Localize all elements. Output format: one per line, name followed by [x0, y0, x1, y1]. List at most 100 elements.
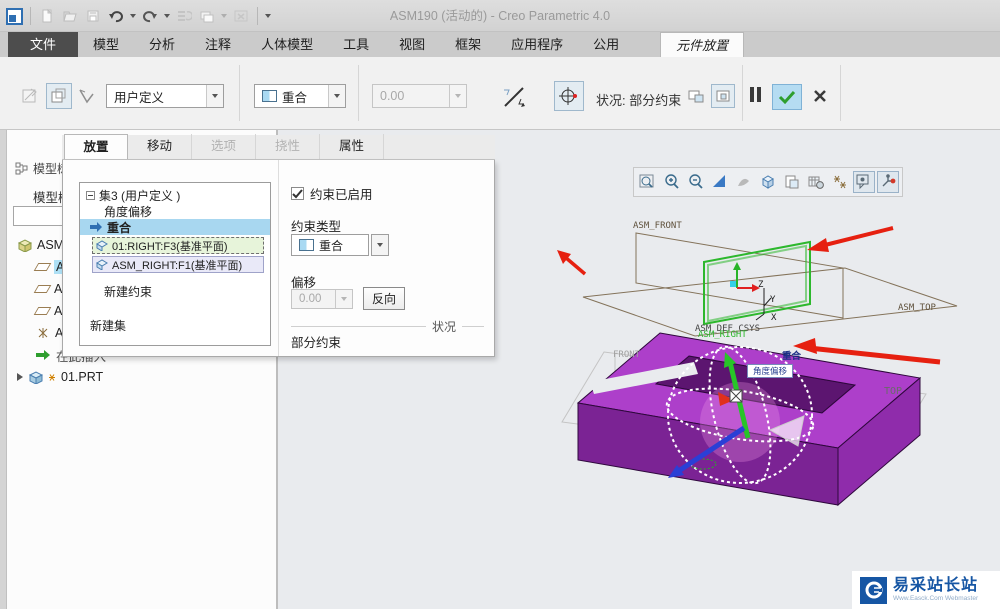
csys-icon	[38, 328, 48, 338]
capture-icon[interactable]	[805, 171, 827, 193]
flip-button[interactable]: 反向	[363, 287, 406, 310]
constraint-tag: 重合	[782, 351, 802, 362]
close-window-icon[interactable]	[232, 7, 250, 25]
modified-marker-icon	[49, 373, 55, 381]
regenerate-icon[interactable]	[175, 7, 193, 25]
label-asm-front: ASM_FRONT	[633, 221, 682, 231]
combobox-arrow-icon[interactable]	[371, 234, 389, 256]
repaint-icon[interactable]	[709, 171, 731, 193]
navigator-sash[interactable]	[0, 130, 7, 609]
divider	[239, 65, 240, 121]
watermark: 易采站长站 Www.Easck.Com Webmaster	[852, 571, 1000, 609]
tab-utilities[interactable]: 公用	[578, 32, 634, 57]
windows-menu-arrow-icon[interactable]	[221, 14, 227, 18]
tab-model[interactable]: 模型	[78, 32, 134, 57]
3d-dragger-toggle-icon[interactable]	[554, 81, 584, 111]
redo-icon[interactable]	[141, 7, 159, 25]
tab-properties[interactable]: 属性	[320, 134, 384, 159]
assembly-icon	[17, 238, 32, 252]
dragger-display-icon[interactable]	[877, 171, 899, 193]
tab-flexibility: 挠性	[256, 134, 320, 159]
save-icon[interactable]	[84, 7, 102, 25]
tree-item-part[interactable]: 01.PRT	[17, 366, 272, 388]
placement-panel-body: 集3 (用户定义 ) 角度偏移 重合 01:RIGHT:F3(基准平面) ASM…	[62, 160, 587, 357]
tab-framework[interactable]: 框架	[440, 32, 496, 57]
zoom-in-icon[interactable]	[661, 171, 683, 193]
constraint-enabled-row[interactable]: 约束已启用	[291, 184, 373, 203]
interface-placement-icon[interactable]	[18, 83, 44, 109]
undo-icon[interactable]	[107, 7, 125, 25]
divider	[840, 65, 841, 121]
checkbox-checked-icon[interactable]	[291, 187, 304, 200]
customize-arrow-icon[interactable]	[265, 14, 271, 18]
asm-front-plane[interactable]	[635, 232, 844, 319]
divider	[257, 7, 258, 25]
tab-component-placement[interactable]: 元件放置	[660, 32, 745, 57]
insert-arrow-icon	[36, 350, 50, 360]
tab-move[interactable]: 移动	[128, 134, 192, 159]
new-set-item[interactable]: 新建集	[80, 317, 270, 333]
constraint-set-value: 用户定义	[114, 90, 165, 105]
creo-parametric-window: ASM190 (活动的) - Creo Parametric 4.0 文件 模型…	[0, 0, 1000, 609]
tab-view[interactable]: 视图	[384, 32, 440, 57]
datum-target-icon[interactable]	[74, 83, 100, 109]
datum-display-icon[interactable]	[829, 171, 851, 193]
undo-menu-arrow-icon[interactable]	[130, 14, 136, 18]
tab-placement[interactable]: 放置	[64, 134, 128, 159]
tab-manikin[interactable]: 人体模型	[246, 32, 328, 57]
zoom-out-icon[interactable]	[685, 171, 707, 193]
flip-constraint-icon[interactable]	[500, 83, 528, 116]
annotation-arrow	[557, 250, 587, 276]
divider	[358, 65, 359, 121]
watermark-subtitle: Www.Easck.Com Webmaster	[893, 594, 979, 602]
coincident-node-selected[interactable]: 重合	[80, 219, 270, 235]
new-file-icon[interactable]	[38, 7, 56, 25]
ribbon-tab-bar: 文件 模型 分析 注释 人体模型 工具 视图 框架 应用程序 公用 元件放置	[0, 32, 1000, 57]
combobox-arrow-icon[interactable]	[206, 85, 223, 107]
annotation-arrow	[808, 345, 941, 365]
label-asm-top: ASM_TOP	[898, 303, 936, 313]
panel-constraint-type-combobox[interactable]: 重合	[291, 234, 369, 256]
constraint-set-combobox[interactable]: 用户定义	[106, 84, 224, 108]
accept-button[interactable]	[772, 84, 802, 110]
angle-offset-node[interactable]: 角度偏移	[80, 203, 270, 219]
reference-component[interactable]: 01:RIGHT:F3(基准平面)	[92, 237, 264, 254]
tab-applications[interactable]: 应用程序	[496, 32, 578, 57]
tab-file[interactable]: 文件	[8, 32, 79, 57]
cancel-button[interactable]	[808, 84, 832, 108]
main-window-icon[interactable]	[711, 84, 735, 108]
reference-assembly[interactable]: ASM_RIGHT:F1(基准平面)	[92, 256, 264, 273]
tab-analysis[interactable]: 分析	[134, 32, 190, 57]
model-tree-icon	[15, 162, 28, 175]
collapse-icon[interactable]	[86, 190, 95, 200]
status-value: 部分约束	[291, 336, 342, 350]
constraint-set-node[interactable]: 集3 (用户定义 )	[80, 187, 270, 203]
component-placement-dashboard: 用户定义 重合 0.00 状况: 部分约束	[0, 57, 1000, 130]
view-manager-icon[interactable]	[781, 171, 803, 193]
separate-window-icon[interactable]	[684, 84, 708, 108]
new-constraint-item[interactable]: 新建约束	[80, 283, 270, 299]
saved-views-icon[interactable]	[757, 171, 779, 193]
constraint-type-combobox[interactable]: 重合	[254, 84, 346, 108]
refit-icon[interactable]	[637, 171, 659, 193]
manual-placement-icon[interactable]	[46, 83, 72, 109]
offset-combobox[interactable]: 0.00	[372, 84, 467, 108]
app-icon[interactable]	[6, 7, 23, 25]
label-axis-z: Z	[758, 280, 764, 290]
dragger-tag[interactable]: 角度偏移	[747, 364, 793, 378]
constraint-enabled-label: 约束已启用	[310, 188, 373, 202]
redo-menu-arrow-icon[interactable]	[164, 14, 170, 18]
tab-tools[interactable]: 工具	[328, 32, 384, 57]
tab-annotate[interactable]: 注释	[190, 32, 246, 57]
pause-button[interactable]	[750, 87, 761, 102]
windows-icon[interactable]	[198, 7, 216, 25]
expand-arrow-icon[interactable]	[17, 373, 23, 381]
navigator-header: 模型树	[15, 160, 69, 177]
current-arrow-icon	[90, 222, 102, 232]
constraint-properties: 约束已启用 约束类型 重合 偏移 0.00 反向 状况 部分约束	[291, 160, 587, 357]
coincident-icon	[299, 239, 314, 251]
open-file-icon[interactable]	[61, 7, 79, 25]
display-style-icon[interactable]	[733, 171, 755, 193]
annotation-display-icon[interactable]	[853, 171, 875, 193]
combobox-arrow-icon[interactable]	[328, 85, 345, 107]
